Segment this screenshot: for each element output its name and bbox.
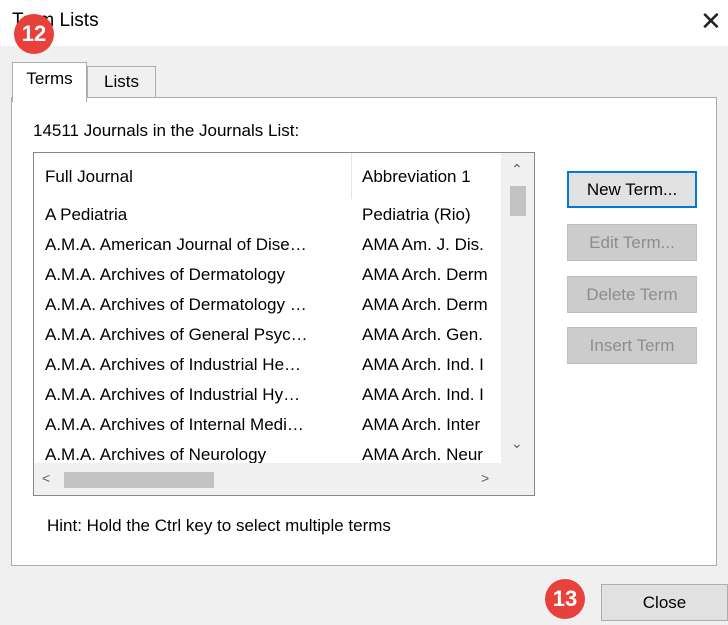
vertical-scrollbar[interactable]: ⌃ ⌄ (501, 153, 534, 463)
cell-full-journal: A.M.A. Archives of Industrial He… (45, 355, 302, 374)
list-item[interactable]: A.M.A. Archives of Industrial Hy… AMA Arc… (34, 381, 501, 411)
cell-full-journal: A.M.A. Archives of Industrial Hy… (45, 385, 301, 404)
column-header-abbreviation[interactable]: Abbreviation 1 (362, 167, 471, 187)
cell-full-journal: A.M.A. American Journal of Dise… (45, 235, 307, 254)
step-badge-12: 12 (14, 14, 54, 54)
cell-abbreviation: AMA Arch. Inter (362, 415, 481, 434)
column-header-full-journal[interactable]: Full Journal (45, 167, 133, 187)
horizontal-scrollbar[interactable]: < > (34, 463, 501, 495)
list-item[interactable]: A.M.A. Archives of Dermatology … AMA Arch… (34, 291, 501, 321)
insert-term-button[interactable]: Insert Term (567, 327, 697, 364)
scrollbar-corner (501, 463, 534, 495)
title-bar: Term Lists ✕ (0, 0, 728, 46)
cell-full-journal: A.M.A. Archives of Neurology (45, 445, 267, 463)
vertical-scroll-thumb[interactable] (510, 186, 526, 216)
new-term-button[interactable]: New Term... (567, 171, 697, 208)
list-header: Full Journal Abbreviation 1 (34, 153, 501, 199)
cell-full-journal: A.M.A. Archives of Internal Medi… (45, 415, 304, 434)
list-item[interactable]: A.M.A. Archives of Dermatology AMA Arch. … (34, 261, 501, 291)
list-item[interactable]: A.M.A. Archives of Internal Medi… AMA Arc… (34, 411, 501, 441)
cell-full-journal: A Pediatria (45, 205, 128, 224)
tab-terms[interactable]: Terms (12, 62, 87, 102)
list-item[interactable]: A.M.A. Archives of Neurology AMA Arch. Ne… (34, 441, 501, 463)
cell-abbreviation: AMA Am. J. Dis. (362, 235, 484, 254)
cell-abbreviation: AMA Arch. Neur (362, 445, 483, 463)
cell-abbreviation: AMA Arch. Ind. I (362, 385, 484, 404)
journal-count-label: 14511 Journals in the Journals List: (33, 121, 300, 140)
cell-abbreviation: AMA Arch. Derm (362, 295, 488, 314)
list-rows: A Pediatria Pediatria (Rio) A.M.A. Americ… (34, 201, 501, 463)
scroll-down-icon[interactable]: ⌄ (511, 435, 523, 452)
cell-full-journal: A.M.A. Archives of General Psyc… (45, 325, 308, 344)
cell-abbreviation: AMA Arch. Gen. (362, 325, 483, 344)
scroll-left-icon[interactable]: < (42, 470, 50, 486)
close-button[interactable]: Close (601, 584, 728, 621)
list-item[interactable]: A.M.A. Archives of General Psyc… AMA Arch… (34, 321, 501, 351)
close-window-icon[interactable]: ✕ (700, 6, 722, 37)
cell-abbreviation: Pediatria (Rio) (362, 205, 471, 224)
column-separator[interactable] (351, 153, 352, 199)
cell-full-journal: A.M.A. Archives of Dermatology … (45, 295, 307, 314)
horizontal-scroll-thumb[interactable] (64, 472, 214, 488)
list-item[interactable]: A.M.A. American Journal of Dise… AMA Am. … (34, 231, 501, 261)
cell-full-journal: A.M.A. Archives of Dermatology (45, 265, 285, 284)
tab-lists[interactable]: Lists (87, 66, 156, 98)
edit-term-button[interactable]: Edit Term... (567, 224, 697, 261)
delete-term-button[interactable]: Delete Term (567, 276, 697, 313)
cell-abbreviation: AMA Arch. Derm (362, 265, 488, 284)
cell-abbreviation: AMA Arch. Ind. I (362, 355, 484, 374)
journals-list[interactable]: Full Journal Abbreviation 1 A Pediatria P… (33, 152, 535, 496)
step-badge-13: 13 (545, 579, 585, 619)
hint-text: Hint: Hold the Ctrl key to select multip… (47, 516, 391, 535)
list-item[interactable]: A Pediatria Pediatria (Rio) (34, 201, 501, 231)
list-item[interactable]: A.M.A. Archives of Industrial He… AMA Arc… (34, 351, 501, 381)
scroll-right-icon[interactable]: > (481, 470, 489, 486)
scroll-up-icon[interactable]: ⌃ (511, 161, 523, 178)
